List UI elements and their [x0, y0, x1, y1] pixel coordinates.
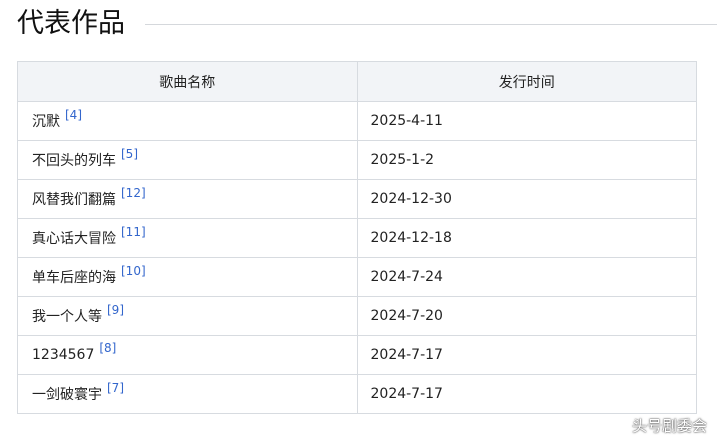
table-header-row: 歌曲名称 发行时间: [17, 61, 697, 102]
song-name-cell: 1234567 [8]: [17, 335, 358, 375]
release-date-cell: 2024-7-24: [356, 257, 697, 297]
song-name-cell: 单车后座的海 [10]: [17, 257, 358, 297]
section-header: 代表作品: [17, 2, 717, 46]
table-row: 沉默 [4] 2025-4-11: [17, 101, 697, 141]
song-title: 我一个人等: [32, 309, 102, 325]
song-name-cell: 沉默 [4]: [17, 101, 358, 141]
song-name-cell: 风替我们翻篇 [12]: [17, 179, 358, 219]
release-date-cell: 2024-12-30: [356, 179, 697, 219]
table-row: 不回头的列车 [5] 2025-1-2: [17, 140, 697, 180]
release-date-cell: 2024-12-18: [356, 218, 697, 258]
reference-link[interactable]: [4]: [65, 108, 82, 122]
column-header-release-date: 发行时间: [356, 61, 697, 102]
table-row: 风替我们翻篇 [12] 2024-12-30: [17, 179, 697, 219]
release-date-cell: 2024-7-17: [356, 335, 697, 375]
table-row: 单车后座的海 [10] 2024-7-24: [17, 257, 697, 297]
song-title: 沉默: [32, 114, 60, 130]
reference-link[interactable]: [8]: [99, 341, 116, 355]
section-divider: [145, 24, 717, 25]
reference-link[interactable]: [5]: [121, 147, 138, 161]
table-row: 真心话大冒险 [11] 2024-12-18: [17, 218, 697, 258]
song-name-cell: 一剑破寰宇 [7]: [17, 374, 358, 414]
reference-link[interactable]: [11]: [121, 225, 146, 239]
song-name-cell: 我一个人等 [9]: [17, 296, 358, 336]
song-title: 真心话大冒险: [32, 231, 116, 247]
reference-link[interactable]: [12]: [121, 186, 146, 200]
release-date-cell: 2024-7-17: [356, 374, 697, 414]
release-date-cell: 2025-4-11: [356, 101, 697, 141]
song-title: 不回头的列车: [32, 153, 116, 169]
song-name-cell: 真心话大冒险 [11]: [17, 218, 358, 258]
reference-link[interactable]: [7]: [107, 381, 124, 395]
release-date-cell: 2025-1-2: [356, 140, 697, 180]
table-row: 1234567 [8] 2024-7-17: [17, 335, 697, 375]
works-table: 歌曲名称 发行时间 沉默 [4] 2025-4-11 不回头的列车 [5] 2025…: [17, 61, 697, 414]
release-date-cell: 2024-7-20: [356, 296, 697, 336]
watermark: 头号剧委会: [631, 417, 707, 435]
song-title: 一剑破寰宇: [32, 387, 102, 403]
song-title: 1234567: [32, 347, 95, 363]
section-title: 代表作品: [17, 8, 125, 39]
song-title: 单车后座的海: [32, 270, 116, 286]
song-name-cell: 不回头的列车 [5]: [17, 140, 358, 180]
table-row: 一剑破寰宇 [7] 2024-7-17: [17, 374, 697, 414]
reference-link[interactable]: [9]: [107, 303, 124, 317]
reference-link[interactable]: [10]: [121, 264, 146, 278]
table-row: 我一个人等 [9] 2024-7-20: [17, 296, 697, 336]
song-title: 风替我们翻篇: [32, 192, 116, 208]
column-header-song-name: 歌曲名称: [17, 61, 358, 102]
